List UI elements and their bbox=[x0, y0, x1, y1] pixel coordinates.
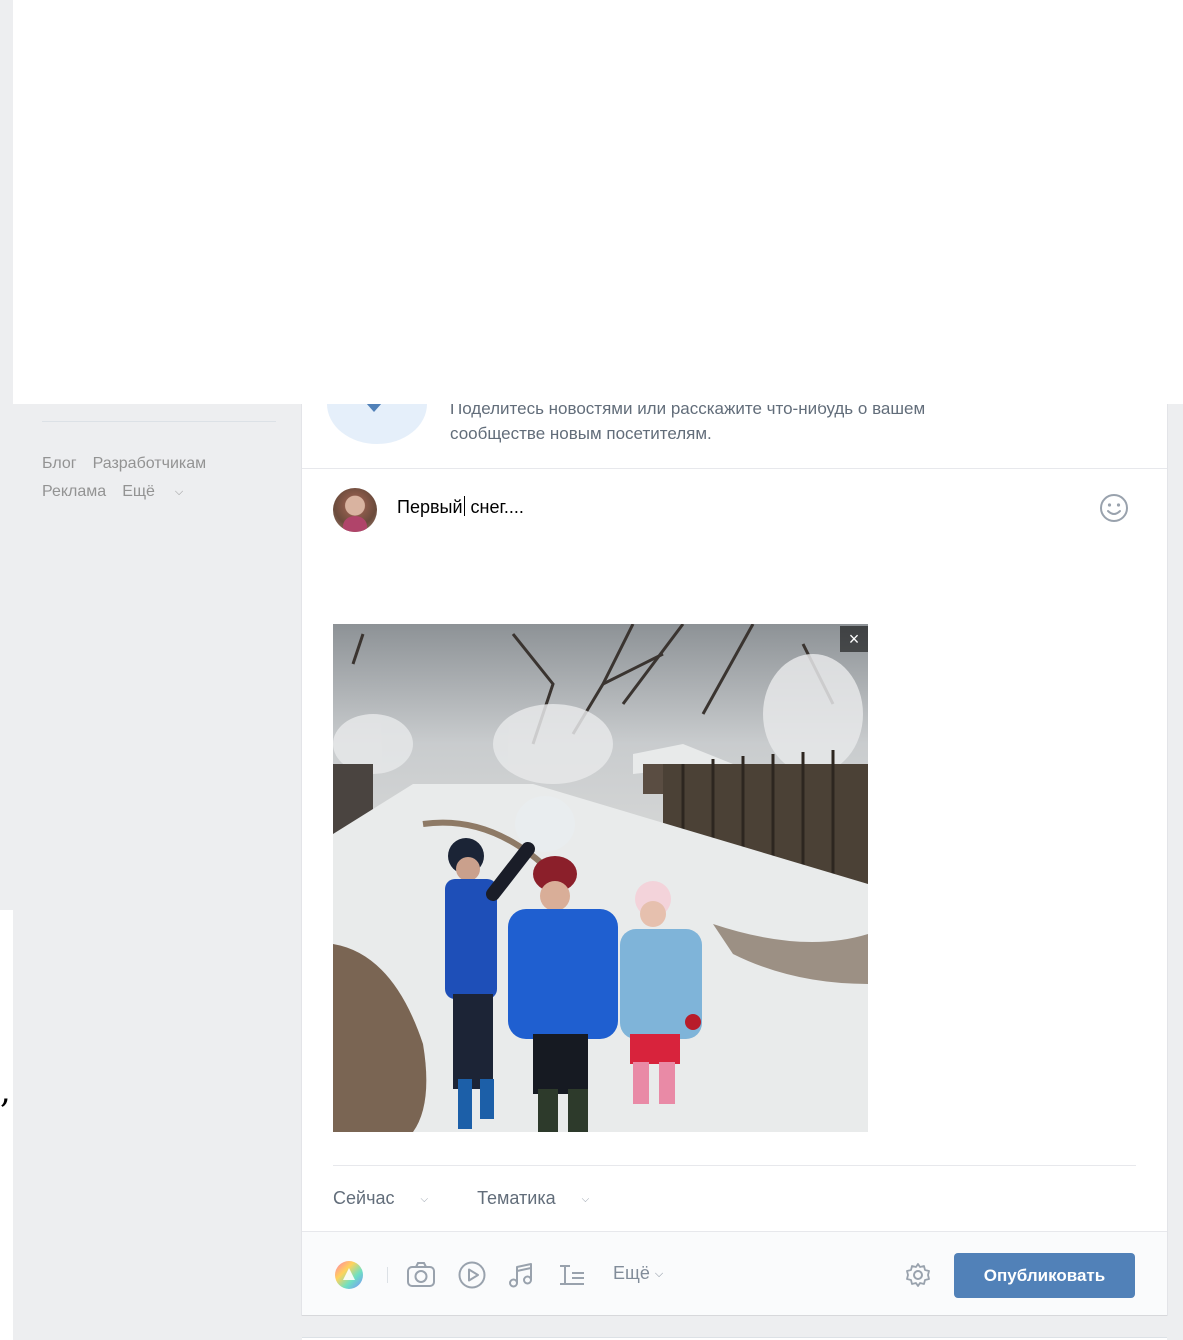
text-caret bbox=[463, 496, 465, 516]
remove-photo-button[interactable]: × bbox=[840, 626, 868, 652]
toolbar-separator bbox=[387, 1267, 388, 1283]
left-menu-footer: Блог Разработчикам Реклама Ещё ⌵ bbox=[42, 450, 282, 507]
footer-link-developers[interactable]: Разработчикам bbox=[93, 455, 207, 472]
footer-more-label: Ещё bbox=[122, 483, 155, 500]
camera-icon[interactable] bbox=[405, 1259, 437, 1291]
topic-label: Тематика bbox=[477, 1188, 556, 1208]
gear-icon[interactable] bbox=[902, 1259, 934, 1291]
left-menu-divider bbox=[42, 421, 276, 422]
composer-toolbar: Ещё ⌵ Опубликовать bbox=[302, 1231, 1167, 1315]
topic-dropdown[interactable]: Тематика ⌵ bbox=[477, 1188, 611, 1208]
toolbar-more-button[interactable]: Ещё ⌵ bbox=[613, 1263, 663, 1284]
article-icon[interactable] bbox=[556, 1259, 588, 1291]
page-background-strip bbox=[13, 910, 302, 1340]
music-note-icon[interactable] bbox=[505, 1259, 537, 1291]
post-meta-row: Сейчас ⌵ Тематика ⌵ bbox=[333, 1188, 633, 1209]
post-text-part-1: Первый bbox=[397, 497, 463, 517]
chevron-down-icon: ⌵ bbox=[420, 1194, 429, 1205]
chevron-down-icon: ⌵ bbox=[174, 486, 184, 498]
promo-text-line-2: сообществе новым посетителям. bbox=[450, 424, 712, 443]
smile-icon[interactable] bbox=[1098, 492, 1130, 524]
post-text-part-2: снег.... bbox=[465, 497, 524, 517]
footer-more-link[interactable]: Ещё ⌵ bbox=[122, 483, 199, 500]
post-text-input[interactable]: Первый снег.... bbox=[397, 496, 524, 518]
chevron-down-icon: ⌵ bbox=[581, 1194, 590, 1205]
footer-link-blog[interactable]: Блог bbox=[42, 455, 77, 472]
page-background-bottom bbox=[302, 1315, 1167, 1340]
publish-time-label: Сейчас bbox=[333, 1188, 395, 1208]
stray-comma-mark: , bbox=[0, 1071, 11, 1111]
chevron-down-icon: ⌵ bbox=[654, 1268, 664, 1280]
post-composer-card: Поделитесь новостями или расскажите что-… bbox=[302, 364, 1167, 1315]
publish-button[interactable]: Опубликовать bbox=[954, 1253, 1135, 1298]
publish-time-dropdown[interactable]: Сейчас ⌵ bbox=[333, 1188, 450, 1208]
attached-photo bbox=[333, 624, 868, 1132]
footer-link-ads[interactable]: Реклама bbox=[42, 483, 106, 500]
page-background-right bbox=[1167, 404, 1183, 1340]
video-play-icon[interactable] bbox=[456, 1259, 488, 1291]
meta-divider bbox=[333, 1165, 1136, 1166]
blank-overlay bbox=[13, 0, 1183, 404]
poster-colors-icon[interactable] bbox=[333, 1259, 365, 1291]
author-avatar bbox=[333, 488, 377, 532]
toolbar-more-label: Ещё bbox=[613, 1263, 650, 1283]
